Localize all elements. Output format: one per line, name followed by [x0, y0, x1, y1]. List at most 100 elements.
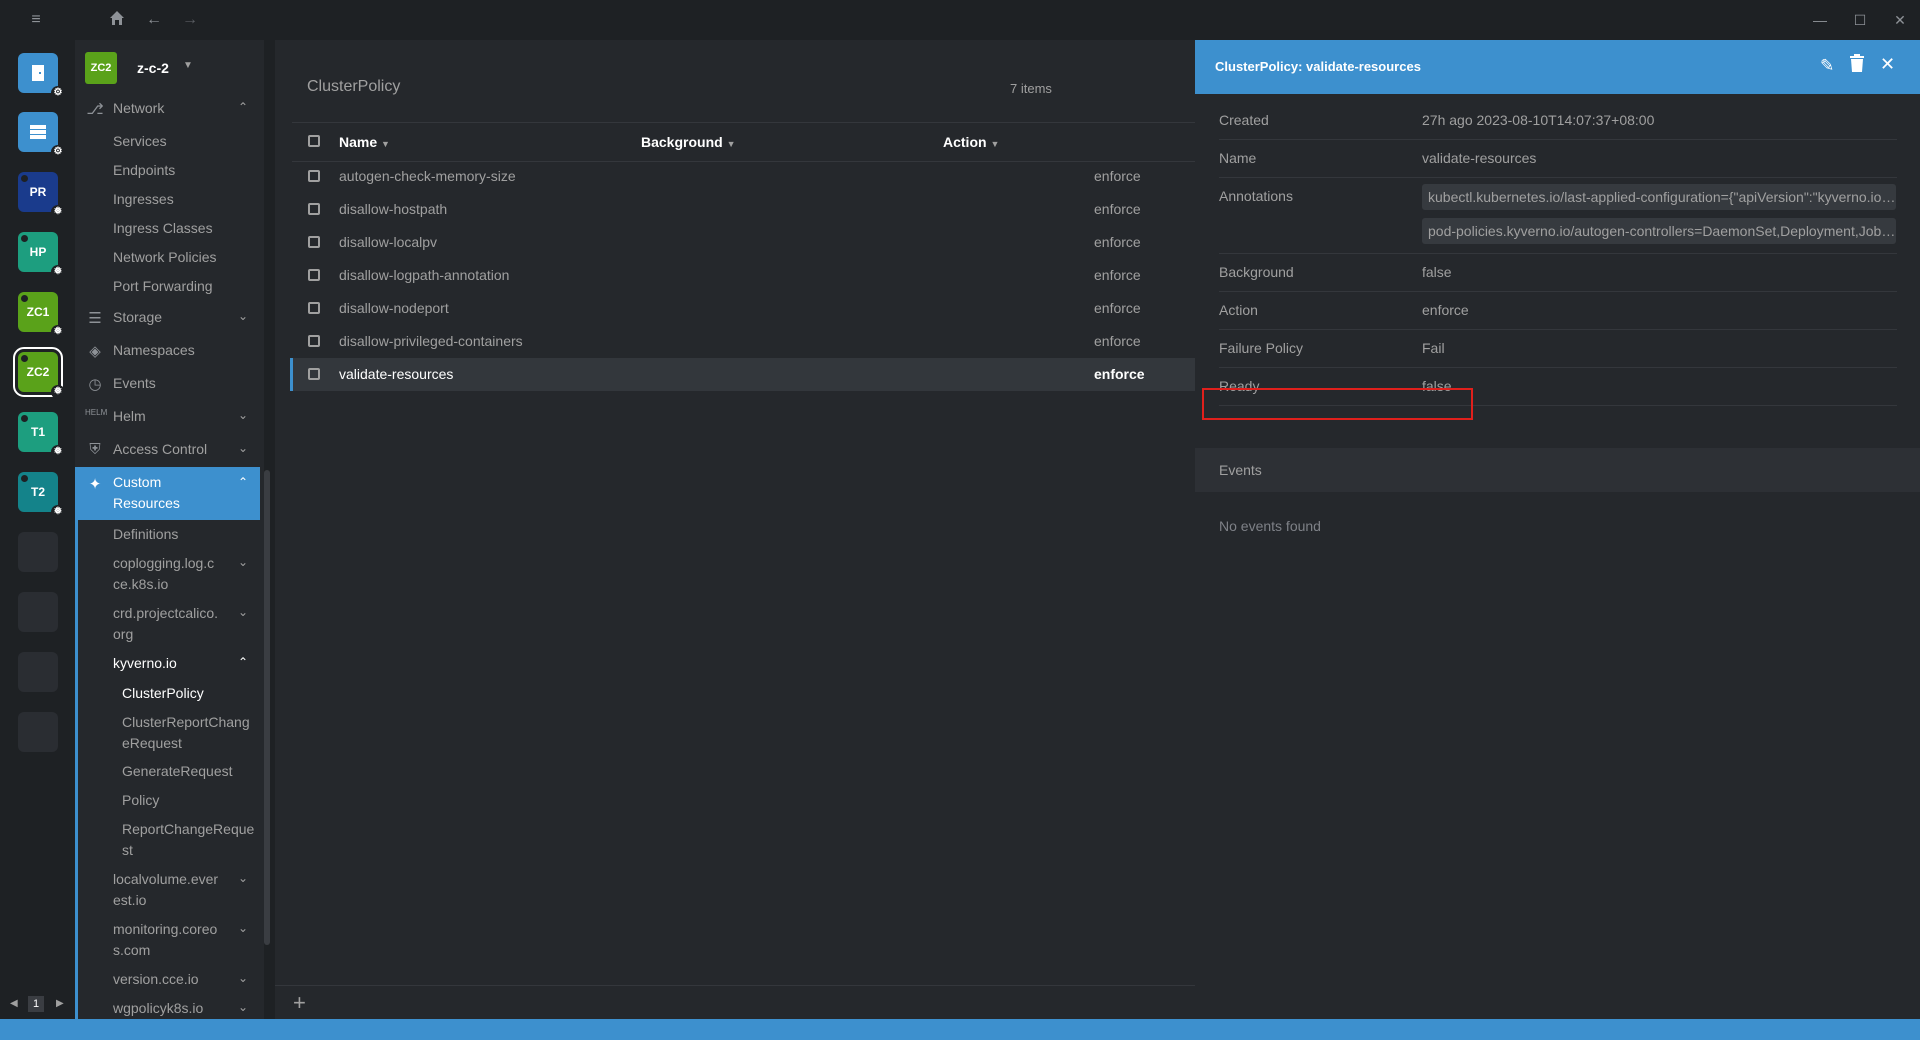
sidebar-item-helm[interactable]: HELM Helm ⌄: [75, 408, 260, 430]
group-label: s.com: [113, 942, 151, 958]
row-checkbox[interactable]: [308, 335, 320, 347]
column-label: Name: [339, 134, 378, 150]
table-row[interactable]: disallow-localpv enforce: [292, 226, 1195, 259]
hotbar-empty-slot[interactable]: [18, 532, 58, 572]
hotbar-next-icon[interactable]: ▶: [56, 998, 64, 1009]
column-label: Action: [943, 134, 987, 150]
sidebar-item-access-control[interactable]: ⛨ Access Control ⌄: [75, 441, 260, 463]
sidebar-item-network[interactable]: ⎇ Network ⌃: [75, 100, 260, 122]
no-events-text: No events found: [1219, 518, 1321, 534]
gear-icon: ⚙: [51, 145, 65, 159]
annotation-chip[interactable]: kubectl.kubernetes.io/last-applied-confi…: [1422, 184, 1896, 210]
back-arrow-icon[interactable]: ←: [144, 10, 164, 30]
hotbar-prev-icon[interactable]: ◀: [10, 998, 18, 1009]
sidebar-item-ingresses[interactable]: Ingresses: [113, 191, 264, 207]
sidebar-scrollbar[interactable]: [264, 470, 270, 945]
sidebar-item-services[interactable]: Services: [113, 133, 264, 149]
sidebar-item-label: Helm: [113, 408, 146, 424]
chevron-down-icon: ⌄: [237, 1000, 248, 1014]
sidebar-item-group[interactable]: crd.projectcalico. org ⌄: [75, 605, 260, 645]
close-window-icon[interactable]: ✕: [1890, 10, 1910, 30]
detail-value: validate-resources: [1422, 150, 1537, 166]
sidebar-item-group[interactable]: wgpolicyk8s.io ⌄: [75, 1000, 260, 1019]
table-row[interactable]: disallow-nodeport enforce: [292, 292, 1195, 325]
sidebar-item-endpoints[interactable]: Endpoints: [113, 162, 264, 178]
hotbar-item-t1[interactable]: T1 ❅: [18, 412, 65, 459]
hotbar-item-hp[interactable]: HP ❅: [18, 232, 65, 279]
detail-row-name: Name validate-resources: [1219, 140, 1897, 178]
hotbar-item-catalog[interactable]: ⚙: [18, 53, 65, 100]
sidebar-item-kyverno[interactable]: kyverno.io ⌃: [75, 655, 260, 677]
group-label: est.io: [113, 892, 147, 908]
sidebar-item-namespaces[interactable]: ◈ Namespaces: [75, 342, 260, 364]
sidebar-item-policy[interactable]: Policy: [122, 792, 264, 808]
sidebar-item-custom-resources[interactable]: ✦ Custom Resources ⌃: [75, 467, 260, 520]
sidebar-item-clusterpolicy[interactable]: ClusterPolicy: [122, 685, 264, 701]
puzzle-icon: ✦: [88, 476, 102, 493]
column-header-action[interactable]: Action ▼: [943, 134, 999, 150]
row-checkbox[interactable]: [308, 236, 320, 248]
hotbar-empty-slot[interactable]: [18, 652, 58, 692]
cluster-badge: ZC2: [85, 52, 117, 84]
table-row[interactable]: disallow-logpath-annotation enforce: [292, 259, 1195, 292]
row-checkbox[interactable]: [308, 170, 320, 182]
sidebar-item-clusterreportchangerequest[interactable]: ClusterReportChang eRequest: [75, 714, 260, 754]
minimize-icon[interactable]: —: [1810, 10, 1830, 30]
sidebar-item-ingress-classes[interactable]: Ingress Classes: [113, 220, 264, 236]
hotbar-item-t2[interactable]: T2 ❅: [18, 472, 65, 519]
row-name: validate-resources: [339, 366, 454, 382]
menu-icon[interactable]: ≡: [26, 10, 46, 30]
edit-icon[interactable]: ✎: [1820, 56, 1834, 76]
row-checkbox[interactable]: [308, 368, 320, 380]
forward-arrow-icon[interactable]: →: [180, 10, 200, 30]
kubernetes-icon: ❅: [51, 385, 65, 399]
hotbar-item-cluster-list[interactable]: ⚙: [18, 112, 65, 159]
hotbar-empty-slot[interactable]: [18, 712, 58, 752]
sidebar-item-generaterequest[interactable]: GenerateRequest: [122, 763, 264, 779]
sidebar-item-group[interactable]: monitoring.coreo s.com ⌄: [75, 921, 260, 961]
chevron-down-icon: ⌄: [237, 408, 248, 422]
group-label: monitoring.coreo: [113, 921, 218, 937]
table-row-selected[interactable]: validate-resources enforce: [290, 358, 1196, 391]
kubernetes-icon: ❅: [51, 325, 65, 339]
home-icon[interactable]: [107, 10, 127, 30]
column-header-name[interactable]: Name ▼: [339, 134, 390, 150]
maximize-icon[interactable]: ☐: [1850, 10, 1870, 30]
column-label: Background: [641, 134, 723, 150]
row-checkbox[interactable]: [308, 302, 320, 314]
sidebar-item-events[interactable]: ◷ Events: [75, 375, 260, 397]
sidebar-item-storage[interactable]: ☰ Storage ⌄: [75, 309, 260, 331]
sidebar-item-network-policies[interactable]: Network Policies: [113, 249, 264, 265]
sort-icon: ▼: [990, 139, 1000, 149]
detail-row-failure-policy: Failure Policy Fail: [1219, 330, 1897, 368]
detail-label: Name: [1219, 150, 1257, 166]
cluster-header[interactable]: ZC2 z-c-2 ▼: [75, 40, 264, 96]
sidebar-item-reportchangerequest[interactable]: ReportChangeReque st: [75, 821, 260, 861]
sidebar-item-group[interactable]: localvolume.ever est.io ⌄: [75, 871, 260, 911]
close-icon[interactable]: ✕: [1880, 54, 1895, 75]
cluster-name: z-c-2: [137, 60, 169, 76]
row-checkbox[interactable]: [308, 203, 320, 215]
status-dot: [21, 415, 28, 422]
table-row[interactable]: disallow-hostpath enforce: [292, 193, 1195, 226]
annotation-chip[interactable]: pod-policies.kyverno.io/autogen-controll…: [1422, 218, 1896, 244]
hotbar-item-pr[interactable]: PR ❅: [18, 172, 65, 219]
sidebar-item-definitions[interactable]: Definitions: [113, 526, 264, 542]
row-name: disallow-hostpath: [339, 201, 448, 217]
sidebar-item-group[interactable]: version.cce.io ⌄: [75, 971, 260, 993]
row-name: autogen-check-memory-size: [339, 168, 516, 184]
hotbar-item-zc2[interactable]: ZC2 ❅: [13, 347, 65, 399]
gear-icon: ⚙: [51, 86, 65, 100]
sidebar-item-port-forwarding[interactable]: Port Forwarding: [113, 278, 264, 294]
table-row[interactable]: autogen-check-memory-size enforce: [292, 160, 1195, 193]
trash-icon[interactable]: [1850, 54, 1864, 77]
hotbar-item-zc1[interactable]: ZC1 ❅: [18, 292, 65, 339]
row-checkbox[interactable]: [308, 269, 320, 281]
add-icon[interactable]: +: [293, 990, 306, 1016]
column-header-background[interactable]: Background ▼: [641, 134, 736, 150]
table-row[interactable]: disallow-privileged-containers enforce: [292, 325, 1195, 358]
sidebar-item-group[interactable]: coplogging.log.c ce.k8s.io ⌄: [75, 555, 260, 595]
hotbar-empty-slot[interactable]: [18, 592, 58, 632]
select-all-checkbox[interactable]: [308, 135, 320, 147]
kubernetes-icon: ❅: [51, 445, 65, 459]
